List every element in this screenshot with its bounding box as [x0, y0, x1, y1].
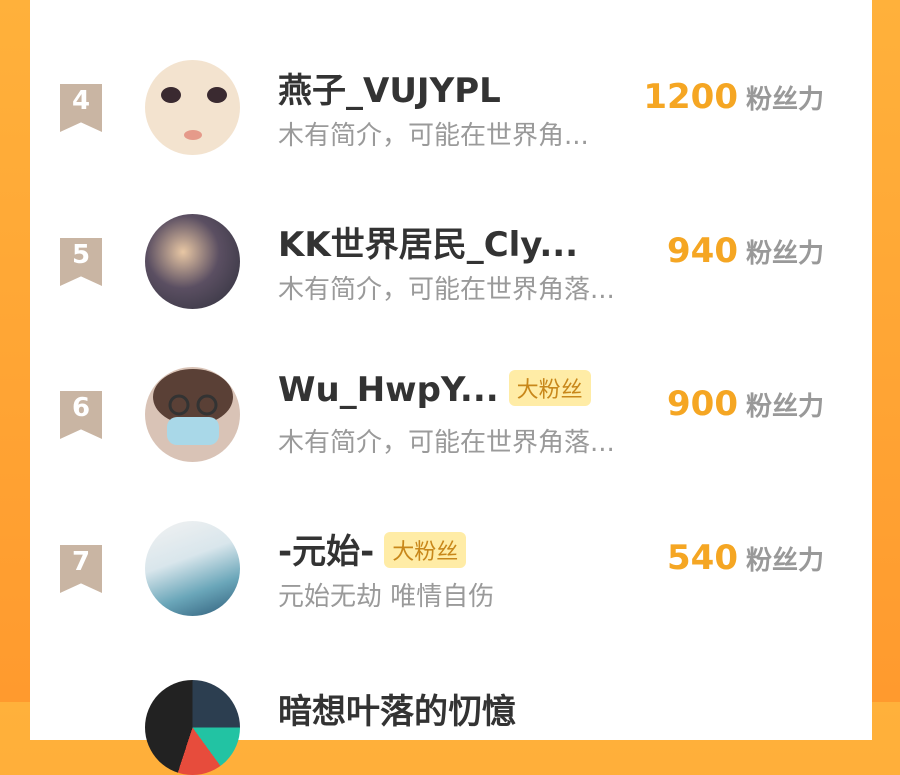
user-description: 木有简介，可能在世界角落...	[278, 275, 615, 305]
fan-ranking-list: 4 燕子_VUJYPL 木有简介，可能在世界角... 1200 粉丝力 5 KK世…	[30, 0, 872, 740]
rank-badge: 6	[60, 391, 102, 439]
score-value: 940	[667, 231, 738, 271]
score-value: 540	[667, 538, 738, 578]
rank-badge: 5	[60, 238, 102, 286]
avatar-face-icon	[161, 87, 227, 140]
ranking-row[interactable]: 5 KK世界居民_Cly... 木有简介，可能在世界角落... 940 粉丝力	[30, 207, 872, 327]
score-value: 1200	[643, 77, 738, 117]
avatar[interactable]	[145, 367, 240, 462]
fan-power-score: 900 粉丝力	[667, 384, 824, 424]
ranking-row[interactable]: 7 -元始- 大粉丝 元始无劫 唯情自伤 540 粉丝力	[30, 514, 872, 634]
big-fan-badge: 大粉丝	[384, 532, 467, 568]
rank-badge: 4	[60, 84, 102, 132]
fan-power-score: 1200 粉丝力	[643, 77, 824, 117]
score-unit: 粉丝力	[745, 239, 824, 269]
score-unit: 粉丝力	[745, 546, 824, 576]
fan-power-score: 940 粉丝力	[667, 231, 824, 271]
user-name[interactable]: 燕子_VUJYPL	[278, 63, 501, 112]
avatar[interactable]	[145, 60, 240, 155]
user-description: 木有简介，可能在世界角落...	[278, 428, 615, 458]
avatar-person-icon	[153, 369, 233, 445]
ranking-row[interactable]: 6 Wu_HwpY... 大粉丝 木有简介，可能在世界角落... 900 粉丝力	[30, 360, 872, 480]
avatar[interactable]	[145, 521, 240, 616]
user-name[interactable]: KK世界居民_Cly...	[278, 217, 578, 266]
user-description: 木有简介，可能在世界角...	[278, 121, 589, 151]
user-name[interactable]: -元始- 大粉丝	[278, 524, 467, 573]
fan-power-score: 540 粉丝力	[667, 538, 824, 578]
score-unit: 粉丝力	[745, 85, 824, 115]
avatar[interactable]	[145, 214, 240, 309]
score-value: 900	[667, 384, 738, 424]
next-rank-user-name[interactable]: 暗想叶落的忉憶	[278, 684, 516, 733]
user-description: 元始无劫 唯情自伤	[278, 582, 495, 612]
next-rank-avatar[interactable]	[145, 680, 240, 775]
ranking-row[interactable]: 4 燕子_VUJYPL 木有简介，可能在世界角... 1200 粉丝力	[30, 53, 872, 173]
big-fan-badge: 大粉丝	[508, 370, 591, 406]
score-unit: 粉丝力	[745, 392, 824, 422]
rank-badge: 7	[60, 545, 102, 593]
user-name[interactable]: Wu_HwpY... 大粉丝	[278, 370, 591, 410]
